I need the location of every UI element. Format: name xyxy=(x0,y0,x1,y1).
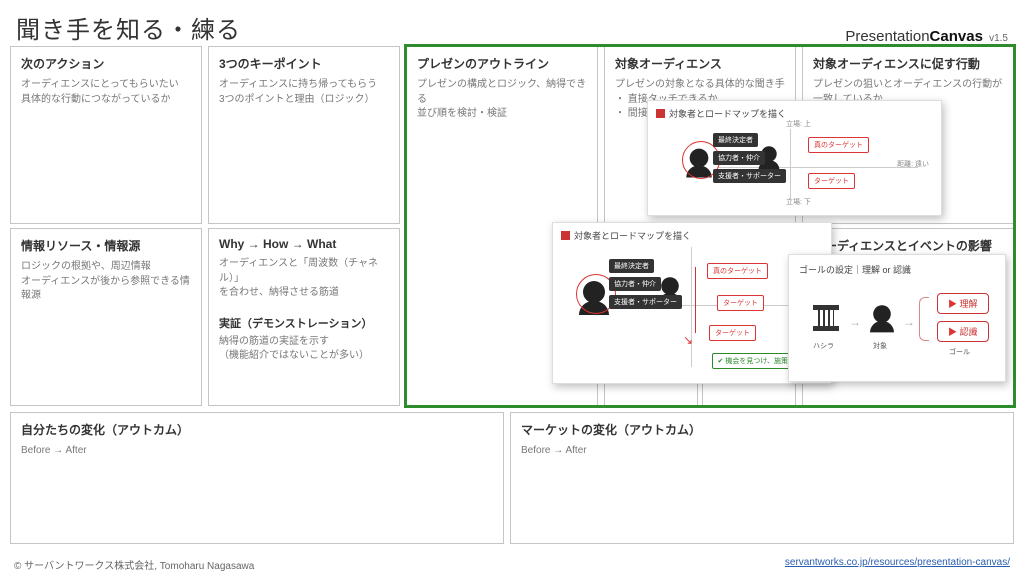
cell-heading: 対象オーディエンスに促す行動 xyxy=(813,55,1003,72)
tag-true-target: 真のターゲット xyxy=(707,263,768,279)
cell-resources: 情報リソース・情報源 ロジックの根拠や、周辺情報オーディエンスが後から参照できる… xyxy=(10,228,202,406)
cell-desc: 納得の筋道の実証を示す（機能紹介ではないことが多い） xyxy=(219,335,389,364)
axis-horizontal xyxy=(718,167,918,168)
cell-heading: 3つのキーポイント xyxy=(219,55,389,72)
resource-link[interactable]: servantworks.co.jp/resources/presentatio… xyxy=(785,557,1010,572)
connector-line xyxy=(695,267,696,333)
cell-desc: プレゼンの構成とロジック、納得できる並び順を検討・検証 xyxy=(417,78,587,122)
cell-heading: 自分たちの変化（アウトカム） xyxy=(21,421,493,438)
overlay-title-bar: ゴールの設定｜理解 or 認識 xyxy=(799,263,911,276)
tag-true-target: 真のターゲット xyxy=(808,137,869,153)
tag-decision: 最終決定者 xyxy=(713,133,758,147)
tag-target: ターゲット xyxy=(717,295,764,311)
person-icon xyxy=(661,277,679,295)
arrow-icon: → xyxy=(849,315,861,329)
cell-heading: 情報リソース・情報源 xyxy=(21,237,191,254)
overlay-title: ゴールの設定｜理解 or 認識 xyxy=(799,263,911,276)
cell-desc: Before → After xyxy=(521,444,1003,459)
diagram: 立場: 上 立場: 下 距離: 遠い 最終決定者 協力者・仲介 支援者・サポータ… xyxy=(658,123,931,205)
tag-target: ターゲット xyxy=(808,173,855,189)
cell-desc: Before → After xyxy=(21,444,493,459)
cell-desc: オーディエンスにとってもらいたい具体的な行動につながっているか xyxy=(21,78,191,107)
diagram: 最終決定者 協力者・仲介 支援者・サポーター 真のターゲット ターゲット ターゲ… xyxy=(563,245,821,373)
overlay-title-bar: 対象者とロードマップを描く xyxy=(561,229,691,242)
tag-influencer: 協力者・仲介 xyxy=(609,277,661,291)
cell-next-action: 次のアクション オーディエンスにとってもらいたい具体的な行動につながっているか xyxy=(10,46,202,224)
cell-heading: マーケットの変化（アウトカム） xyxy=(521,421,1003,438)
cell-desc: オーディエンスと「周波数（チャネル）」を合わせ、納得させる筋道 xyxy=(219,257,389,301)
overlay-title: 対象者とロードマップを描く xyxy=(669,107,786,120)
red-square-icon xyxy=(561,231,570,240)
brand-light: Presentation xyxy=(845,28,929,45)
tag-influencer: 協力者・仲介 xyxy=(713,151,765,165)
cell-heading: プレゼンのアウトライン xyxy=(417,55,587,72)
cell-desc: ロジックの根拠や、周辺情報オーディエンスが後から参照できる情報源 xyxy=(21,260,191,304)
cell-heading: 次のアクション xyxy=(21,55,191,72)
label-top: 立場: 上 xyxy=(786,119,811,129)
label-pillar: ハシラ xyxy=(813,341,834,351)
page-title: 聞き手を知る・練る xyxy=(16,10,241,45)
cell-heading: Why → How → What xyxy=(219,237,389,251)
overlay-title: 対象者とロードマップを描く xyxy=(574,229,691,242)
arrow-icon: → xyxy=(903,315,915,329)
overlay-title-bar: 対象者とロードマップを描く xyxy=(656,107,786,120)
brand-version: v1.5 xyxy=(989,33,1008,44)
cell-heading: オーディエンスとイベントの影響 xyxy=(813,237,1003,254)
footer: © サーバントワークス株式会社, Tomoharu Nagasawa serva… xyxy=(14,557,1010,572)
label-goal: ゴール xyxy=(949,347,970,357)
red-square-icon xyxy=(656,109,665,118)
cell-desc: オーディエンスに持ち帰ってもらう3つのポイントと理由（ロジック） xyxy=(219,78,389,107)
person-icon xyxy=(873,305,891,323)
cell-subheading: 実証（デモンストレーション） xyxy=(219,315,389,331)
axis-vertical xyxy=(691,247,692,367)
cell-heading: 対象オーディエンス xyxy=(615,55,785,72)
bracket-icon xyxy=(919,297,929,341)
diagram: ハシラ → 対象 → ▶ 理解 ▶ 認識 ゴール xyxy=(799,277,995,371)
overlay-goal-setting: ゴールの設定｜理解 or 認識 ハシラ → 対象 → ▶ 理解 ▶ 認識 ゴール xyxy=(788,254,1006,382)
overlay-roadmap-1: 対象者とロードマップを描く 立場: 上 立場: 下 距離: 遠い 最終決定者 協… xyxy=(647,100,942,216)
cell-desc: プレゼンの対象となる具体的な聞き手 xyxy=(615,78,785,93)
tag-supporter: 支援者・サポーター xyxy=(609,295,682,309)
goal-option-a: ▶ 理解 xyxy=(937,293,989,314)
tag-supporter: 支援者・サポーター xyxy=(713,169,786,183)
label-target: 対象 xyxy=(873,341,887,351)
copyright: © サーバントワークス株式会社, Tomoharu Nagasawa xyxy=(14,557,254,572)
tag-target: ターゲット xyxy=(709,325,756,341)
tag-decision: 最終決定者 xyxy=(609,259,654,273)
arrow-icon: ↘ xyxy=(683,333,693,347)
cell-outcome-market: マーケットの変化（アウトカム） Before → After xyxy=(510,412,1014,544)
brand: PresentationCanvas v1.5 xyxy=(845,28,1008,45)
cell-why-how-what: Why → How → What オーディエンスと「周波数（チャネル）」を合わせ… xyxy=(208,228,400,406)
cell-outcome-self: 自分たちの変化（アウトカム） Before → After xyxy=(10,412,504,544)
brand-bold: Canvas xyxy=(930,28,983,45)
cell-three-points: 3つのキーポイント オーディエンスに持ち帰ってもらう3つのポイントと理由（ロジッ… xyxy=(208,46,400,224)
goal-option-b: ▶ 認識 xyxy=(937,321,989,342)
pillar-icon xyxy=(813,305,839,331)
